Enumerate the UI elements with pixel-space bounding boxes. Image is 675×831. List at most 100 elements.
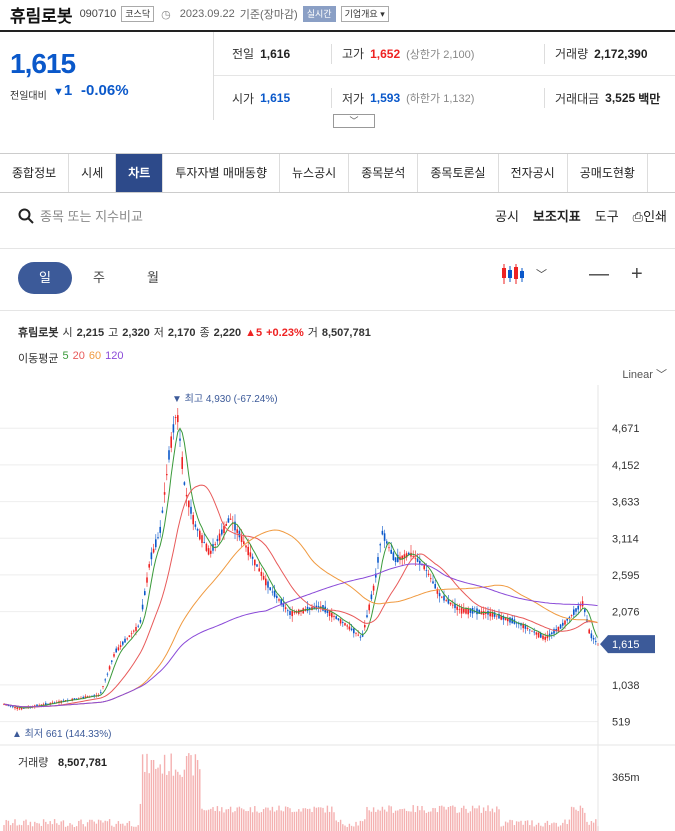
stats-panel: 전일 1,616 고가 1,652 (상한가 2,100) 거래량 2,172,390 … [213,32,675,120]
candle-body [335,616,337,619]
compare-search[interactable]: 종목 또는 지수비교 [18,206,143,225]
tab-overview[interactable]: 종합정보 [0,154,70,192]
price-chart[interactable]: 4,671 4,152 3,633 3,114 2,595 2,076 1,038 519 ▼ … [0,385,675,831]
volume-bar [14,819,16,831]
prev-label: 전일 [232,47,255,61]
chart-controls: ﹀ — + [500,262,643,286]
indicators-button[interactable]: 보조지표 [533,206,581,225]
period-day[interactable]: 일 [18,262,72,294]
period-month[interactable]: 월 [126,262,180,294]
tab-quotes[interactable]: 시세 [69,154,117,192]
volume-bar [115,823,117,831]
candle-body [542,635,544,640]
candle-body [390,549,392,554]
volume-bar [282,811,285,831]
volume-bar [223,812,225,831]
candle-body [496,615,498,617]
candle-body [544,636,546,640]
print-button[interactable]: ⎙인쇄 [633,206,667,225]
volume-bar [313,806,315,831]
tab-news[interactable]: 뉴스공시 [280,154,350,192]
candle-body [535,632,538,635]
upper-limit: (상한가 2,100) [406,48,475,61]
volume-bar [71,824,73,831]
volume-bar [144,771,146,831]
volume-bar [260,812,263,831]
volume-bar [344,825,346,831]
candle-body [386,541,388,544]
candle-body [551,632,553,634]
volume-bar [511,820,513,831]
chevron-down-icon: ﹀ [349,116,359,126]
volume-bar [58,824,60,831]
candle-body [256,564,258,567]
volume-bar [3,825,5,831]
realtime-button[interactable]: 실시간 [302,6,336,22]
candlestick-icon[interactable] [500,262,526,286]
volume-bar [568,819,571,831]
candle-body [456,606,458,610]
tab-analysis[interactable]: 종목분석 [349,154,419,192]
scale-label: Linear [622,369,653,381]
volume-bar [399,809,401,831]
volume-bar [498,809,500,831]
volume-bar [518,821,520,831]
period-week[interactable]: 주 [72,262,126,294]
volume-bar [80,819,82,831]
volume-bar [364,819,366,831]
last-price-label: 1,615 [612,639,640,651]
candle-body [443,595,445,601]
volume-bar [346,826,348,831]
volume-bar [47,824,49,831]
volume-bar [306,808,309,831]
expand-button[interactable]: ﹀ [333,114,375,128]
candle-body [562,622,564,626]
volume-bar [432,807,434,831]
volume-bar [82,824,84,831]
volume-bar [278,805,280,831]
volume-bar [36,823,38,831]
candle-body [372,585,375,591]
volume-bar [339,819,342,831]
volume-bar [245,811,247,831]
scale-select[interactable]: Linear ﹀ [622,366,667,382]
tab-discussion[interactable]: 종목토론실 [418,154,499,192]
tab-investors[interactable]: 투자자별 매매동향 [163,154,281,192]
candle-body [432,581,434,584]
volume-bar [559,825,562,831]
volume-bar [375,811,377,831]
lower-limit: (하한가 1,132) [406,93,475,105]
high-value: 1,652 [370,46,401,61]
candle-body [111,660,113,662]
company-overview-button[interactable]: 기업개요 ▾ [340,6,389,22]
volume-bar [430,811,432,831]
basis: 기준(장마감) [239,9,298,21]
chevron-down-icon[interactable]: ﹀ [536,266,547,282]
tab-dart[interactable]: 전자공시 [499,154,568,192]
candle-body [357,634,359,636]
amount-unit: 백만 [638,91,661,106]
candle-body [588,629,590,634]
tab-chart[interactable]: 차트 [116,154,164,192]
volume-bar [394,810,397,831]
volume-bar [188,753,190,831]
candle-body [251,556,254,559]
disclosure-button[interactable]: 공시 [495,206,519,225]
zoom-out-button[interactable]: — [589,263,609,286]
volume-bar [280,810,282,831]
zoom-in-button[interactable]: + [631,263,643,286]
volume-bar [342,824,344,831]
tools-button[interactable]: 도구 [595,206,619,225]
volume-bar [139,803,142,831]
low-value: 1,593 [370,91,401,105]
volume-bar [311,812,313,831]
ma-20: 20 [72,350,85,362]
volume-bar [225,809,227,831]
candle-body [163,492,166,495]
tab-short[interactable]: 공매도현황 [568,154,648,192]
change-percent: -0.06% [81,82,129,99]
candle-body [128,635,131,637]
candle-body [460,607,463,614]
volume-bar [445,809,447,831]
volume-bar [456,812,458,831]
